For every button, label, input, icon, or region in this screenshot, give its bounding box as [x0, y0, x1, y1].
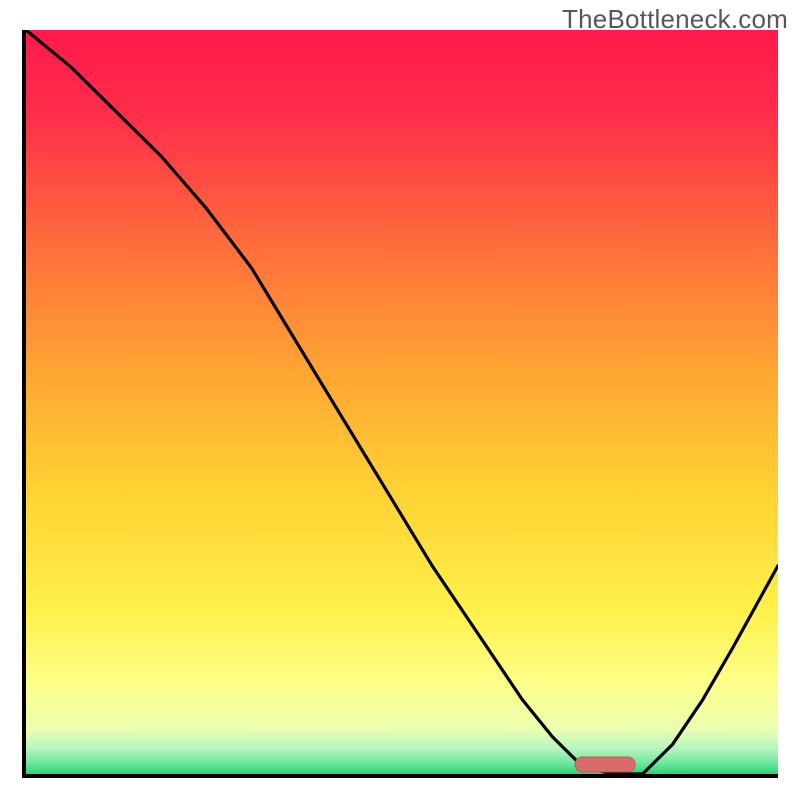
- chart-svg: [26, 30, 778, 774]
- optimal-range-marker: [575, 757, 635, 772]
- plot-area: [22, 30, 778, 778]
- gradient-fill: [26, 30, 778, 774]
- chart-stage: TheBottleneck.com: [0, 0, 800, 800]
- watermark-text: TheBottleneck.com: [562, 4, 788, 35]
